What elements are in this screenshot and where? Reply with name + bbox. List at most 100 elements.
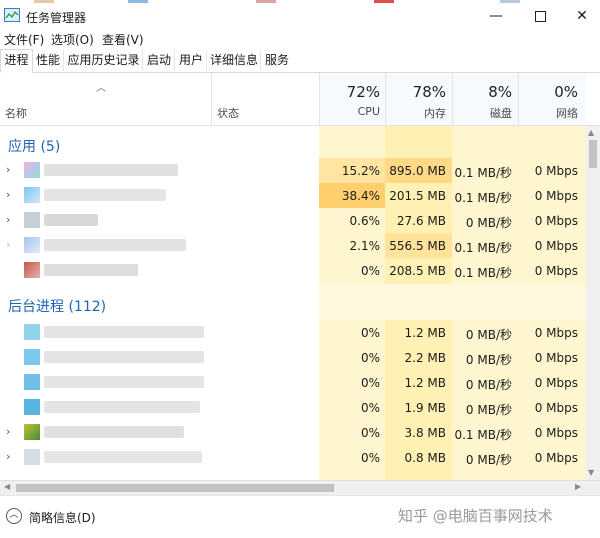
network-value: 0 Mbps [534,164,578,178]
col-network[interactable]: 网络 [528,105,578,121]
col-status[interactable]: 状态 [217,105,239,121]
vertical-scrollbar[interactable]: ▲ ▼ [586,126,600,480]
tab-strip: 进程 性能 应用历史记录 启动 用户 详细信息 服务 [0,49,600,73]
tab-performance[interactable]: 性能 [33,50,64,71]
app-name-blurred [44,164,178,176]
expand-chevron-icon[interactable]: › [6,188,10,201]
disk-value: 0.1 MB/秒 [454,166,512,180]
scroll-up-icon[interactable]: ▲ [588,128,594,137]
network-value: 0 Mbps [534,376,578,390]
cpu-value: 0% [360,401,380,415]
col-name[interactable]: 名称 [5,105,27,121]
memory-value: 1.9 MB [404,401,446,415]
network-value: 0 Mbps [534,264,578,278]
window-title: 任务管理器 [26,11,87,25]
col-cpu[interactable]: CPU [330,105,380,118]
fewer-details-button[interactable]: 简略信息(D) [29,509,96,526]
task-manager-icon [4,8,20,22]
menu-options[interactable]: 选项(O) [51,31,94,48]
cpu-value: 0% [360,326,380,340]
disk-total[interactable]: 8% [462,83,512,101]
horizontal-scrollbar[interactable]: ◀ ▶ [0,480,600,495]
process-name-blurred [44,351,204,363]
memory-value: 2.2 MB [404,351,446,365]
tab-startup[interactable]: 启动 [144,50,175,71]
memory-value: 3.8 MB [404,426,446,440]
memory-total[interactable]: 78% [396,83,446,101]
disk-value: 0 MB/秒 [465,453,512,467]
cpu-value: 0% [360,264,380,278]
col-memory[interactable]: 内存 [396,105,446,121]
process-name-blurred [44,401,200,413]
tab-services[interactable]: 服务 [262,50,292,71]
tab-processes[interactable]: 进程 [0,49,33,73]
cpu-value: 0% [360,351,380,365]
network-value: 0 Mbps [534,401,578,415]
column-divider [385,73,386,125]
memory-value: 1.2 MB [404,326,446,340]
memory-value: 895.0 MB [389,164,446,178]
tab-users[interactable]: 用户 [176,50,207,71]
process-name-blurred [44,426,184,438]
minimize-icon: — [489,8,503,24]
disk-value: 0.1 MB/秒 [454,191,512,205]
horizontal-scroll-thumb[interactable] [16,484,334,492]
cpu-total[interactable]: 72% [330,83,380,101]
expand-chevron-icon[interactable]: › [6,425,10,438]
col-disk[interactable]: 磁盘 [462,105,512,121]
process-icon [24,424,40,440]
expand-chevron-icon[interactable]: › [6,213,10,226]
close-icon: ✕ [576,8,588,24]
vertical-scroll-thumb[interactable] [589,140,597,168]
disk-value: 0.1 MB/秒 [454,428,512,442]
group-title-background: 后台进程 (112) [8,299,107,315]
network-value: 0 Mbps [534,189,578,203]
column-divider [211,73,212,125]
minimize-button[interactable]: — [474,3,518,29]
close-button[interactable]: ✕ [560,3,600,29]
menu-view[interactable]: 查看(V) [102,31,144,48]
process-name-blurred [44,326,204,338]
scroll-left-icon[interactable]: ◀ [4,482,10,491]
app-icon [24,212,40,228]
menu-file[interactable]: 文件(F) [4,31,44,48]
maximize-icon [534,11,546,22]
network-total[interactable]: 0% [528,83,578,101]
memory-value: 208.5 MB [389,264,446,278]
memory-value: 27.6 MB [396,214,446,228]
expand-chevron-icon[interactable]: › [6,450,10,463]
cpu-value: 15.2% [341,164,380,178]
disk-value: 0 MB/秒 [465,353,512,367]
expand-chevron-icon[interactable]: › [6,238,10,251]
disk-value: 0.1 MB/秒 [454,266,512,280]
process-name-blurred [44,376,204,388]
disk-value: 0 MB/秒 [465,378,512,392]
process-icon [24,324,40,340]
scroll-down-icon[interactable]: ▼ [588,468,594,477]
process-name-blurred [44,451,202,463]
watermark-text: 知乎 @电脑百事网技术 [398,507,553,525]
network-value: 0 Mbps [534,451,578,465]
maximize-button[interactable] [518,3,562,29]
tab-details[interactable]: 详细信息 [208,50,261,71]
app-name-blurred [44,264,138,276]
network-value: 0 Mbps [534,214,578,228]
process-icon [24,449,40,465]
collapse-chevron-icon[interactable]: ︿ [6,508,22,524]
tab-app-history[interactable]: 应用历史记录 [65,50,143,71]
disk-value: 0 MB/秒 [465,216,512,230]
group-title-apps: 应用 (5) [8,139,61,155]
cpu-value: 0% [360,426,380,440]
network-value: 0 Mbps [534,351,578,365]
scroll-right-icon[interactable]: ▶ [575,482,581,491]
memory-value: 1.2 MB [404,376,446,390]
memory-value: 0.8 MB [404,451,446,465]
sort-up-icon[interactable]: ︿ [96,79,106,94]
app-icon [24,262,40,278]
disk-value: 0.1 MB/秒 [454,241,512,255]
column-divider [452,73,453,125]
cpu-value: 2.1% [349,239,381,253]
expand-chevron-icon[interactable]: › [6,163,10,176]
app-name-blurred [44,189,166,201]
disk-value: 0 MB/秒 [465,328,512,342]
